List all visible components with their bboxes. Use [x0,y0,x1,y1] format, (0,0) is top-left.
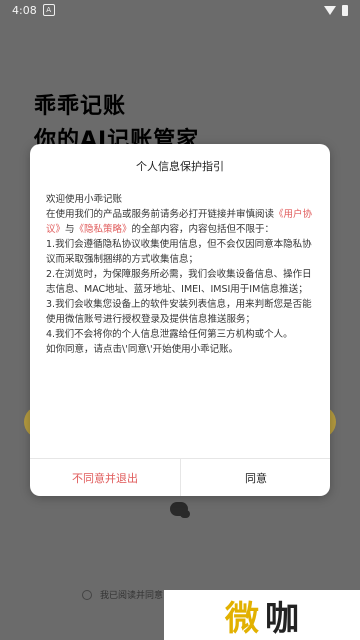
dialog-body: 欢迎使用小乖记账 在使用我们的产品或服务前请务必打开链接并审慎阅读《用户协议》与… [46,192,316,357]
disagree-button[interactable]: 不同意并退出 [30,459,180,496]
agreement-row[interactable]: 我已阅读并同意 [82,588,163,601]
privacy-policy-link[interactable]: 《隐私策略》 [75,224,132,235]
agreement-text: 我已阅读并同意 [100,591,164,601]
status-time: 4:08 [12,3,37,17]
agree-button[interactable]: 同意 [181,459,330,496]
welcome-text: 欢迎使用小乖记账 [46,194,123,205]
dialog-title: 个人信息保护指引 [136,160,224,173]
battery-icon [342,4,348,16]
notification-a-icon: A [42,4,55,16]
privacy-dialog: 个人信息保护指引 欢迎使用小乖记账 在使用我们的产品或服务前请务必打开链接并审慎… [30,144,330,496]
wechat-icon[interactable] [170,502,190,518]
agreement-radio[interactable] [82,589,92,600]
watermark: 微 咖 [164,590,360,640]
policy-point-3: 3.我们会收集您设备上的软件安装列表信息，用来判断您是否能使用微信账号进行授权登… [46,299,312,325]
watermark-char-1: 微 [225,598,259,639]
policy-point-2: 2.在浏览时，为保障服务所必需，我们会收集设备信息、操作日志信息、MAC地址、蓝… [46,269,312,295]
watermark-char-2: 咖 [265,598,299,639]
wifi-icon [324,5,336,15]
closing-text: 如你同意，请点击\'同意\'开始使用小乖记账。 [46,344,239,355]
policy-point-1: 1.我们会遵循隐私协议收集使用信息，但不会仅因同意本隐私协议而采取强制捆绑的方式… [46,239,312,265]
app-title: 乖乖记账 [34,94,127,119]
intro-suffix: 的全部内容，内容包括但不限于： [131,224,275,235]
intro-and: 与 [65,224,75,235]
intro-paragraph: 在使用我们的产品或服务前请务必打开链接并审慎阅读《用户协议》与《隐私策略》的全部… [46,207,316,237]
intro-prefix: 在使用我们的产品或服务前请务必打开链接并审慎阅读 [46,209,275,220]
policy-point-4: 4.我们不会将你的个人信息泄露给任何第三方机构或个人。 [46,329,293,340]
status-bar: 4:08 A [0,0,360,20]
